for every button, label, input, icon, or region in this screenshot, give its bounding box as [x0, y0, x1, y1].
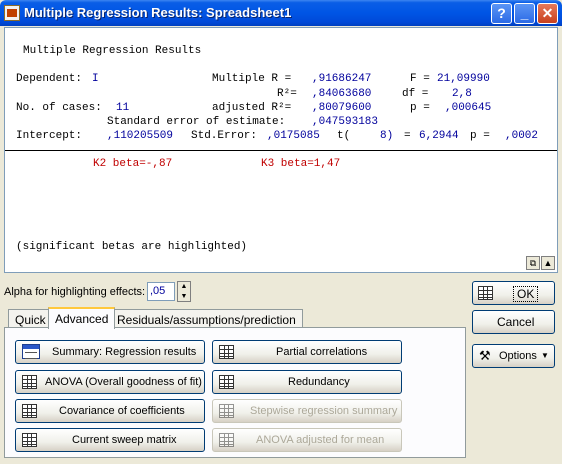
r2-label: R²= — [277, 88, 297, 100]
cases-label: No. of cases: — [16, 102, 102, 114]
beta-k3: K3 beta=1,47 — [261, 158, 341, 170]
alpha-input[interactable]: ,05 — [147, 282, 175, 301]
std-error-estimate-label: Standard error of estimate: — [107, 116, 286, 128]
dependent-value: I — [92, 73, 99, 85]
std-error-value: ,0175085 — [267, 130, 320, 142]
anova-button[interactable]: ANOVA (Overall goodness of fit) — [15, 370, 205, 394]
app-icon — [4, 5, 20, 21]
copy-icon[interactable]: ⧉ — [526, 256, 540, 270]
hammer-icon: ⚒ — [479, 348, 491, 363]
close-button[interactable]: ✕ — [537, 3, 558, 24]
results-pane: Multiple Regression Results Dependent: I… — [4, 27, 558, 273]
title-bar: Multiple Regression Results: Spreadsheet… — [0, 0, 562, 26]
spreadsheet-icon — [219, 404, 234, 418]
spreadsheet-icon — [219, 375, 234, 389]
df-value: 2,8 — [452, 88, 472, 100]
summary-regression-button[interactable]: Summary: Regression results — [15, 340, 205, 364]
anova-adjusted-button: ANOVA adjusted for mean — [212, 428, 402, 452]
dropdown-arrow-icon: ▼ — [541, 351, 549, 360]
multiple-r-value: ,91686247 — [312, 73, 372, 85]
spin-down-icon[interactable]: ▼ — [178, 292, 190, 302]
window-title: Multiple Regression Results: Spreadsheet… — [24, 5, 292, 20]
beta-k2: K2 beta=-,87 — [93, 158, 173, 170]
summary-grid-icon — [478, 286, 493, 300]
p-label: p = — [410, 102, 430, 114]
summary-icon — [22, 344, 40, 359]
adjusted-r2-label: adjusted R²= — [212, 102, 292, 114]
spreadsheet-icon — [219, 345, 234, 359]
help-button[interactable]: ? — [491, 3, 512, 24]
spreadsheet-icon — [22, 404, 37, 418]
intercept-p-value: ,0002 — [505, 130, 539, 142]
tab-residuals[interactable]: Residuals/assumptions/prediction — [110, 309, 303, 328]
cancel-button[interactable]: Cancel — [472, 310, 555, 334]
spreadsheet-icon — [22, 433, 37, 447]
tab-quick[interactable]: Quick — [8, 309, 53, 328]
significance-note: (significant betas are highlighted) — [16, 241, 248, 253]
intercept-p-label: p = — [470, 130, 490, 142]
spreadsheet-icon — [22, 375, 37, 389]
results-heading: Multiple Regression Results — [23, 45, 202, 57]
df-label: df = — [402, 88, 429, 100]
t-equals: = — [404, 130, 411, 142]
advanced-tab-panel: Summary: Regression results ANOVA (Overa… — [4, 327, 466, 458]
spin-up-icon[interactable]: ▲ — [178, 282, 190, 292]
sweep-matrix-button[interactable]: Current sweep matrix — [15, 428, 205, 452]
f-value: 21,09990 — [437, 73, 490, 85]
cases-value: 11 — [116, 102, 130, 114]
r2-value: ,84063680 — [312, 88, 372, 100]
f-label: F = — [410, 73, 430, 85]
t-label: t( — [337, 130, 351, 142]
std-error-estimate-value: ,047593183 — [312, 116, 379, 128]
alpha-label: Alpha for highlighting effects: — [4, 286, 146, 298]
minimize-button[interactable]: _ — [514, 3, 535, 24]
partial-correlations-button[interactable]: Partial correlations — [212, 340, 402, 364]
redundancy-button[interactable]: Redundancy — [212, 370, 402, 394]
multiple-r-label: Multiple R = — [212, 73, 292, 85]
covariance-button[interactable]: Covariance of coefficients — [15, 399, 205, 423]
p-value: ,000645 — [445, 102, 492, 114]
t-df-value: 8) — [380, 130, 394, 142]
intercept-label: Intercept: — [16, 130, 83, 142]
t-value: 6,2944 — [419, 130, 459, 142]
results-divider — [5, 150, 557, 151]
stepwise-summary-button: Stepwise regression summary — [212, 399, 402, 423]
intercept-value: ,110205509 — [107, 130, 174, 142]
adjusted-r2-value: ,80079600 — [312, 102, 372, 114]
expand-up-icon[interactable]: ▲ — [541, 256, 555, 270]
options-button[interactable]: ⚒ Options ▼ — [472, 344, 555, 368]
ok-button[interactable]: OK — [472, 281, 555, 305]
spreadsheet-icon — [219, 433, 234, 447]
std-error-label: Std.Error: — [191, 130, 258, 142]
alpha-spinner[interactable]: ▲ ▼ — [177, 281, 191, 302]
dependent-label: Dependent: — [16, 73, 83, 85]
tab-advanced[interactable]: Advanced — [48, 307, 116, 329]
